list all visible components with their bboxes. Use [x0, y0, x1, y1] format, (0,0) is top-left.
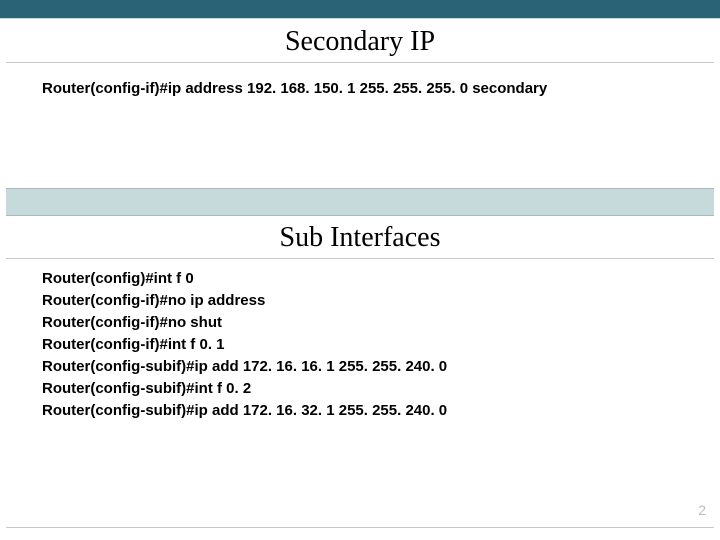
config-block-sub-interfaces: Router(config)#int f 0 Router(config-if)… [42, 268, 678, 422]
divider [6, 527, 714, 528]
slide: Secondary IP Router(config-if)#ip addres… [0, 0, 720, 540]
divider [6, 258, 714, 259]
config-line: Router(config-subif)#ip add 172. 16. 32.… [42, 400, 678, 422]
config-line: Router(config-subif)#ip add 172. 16. 16.… [42, 356, 678, 378]
config-line: Router(config-if)#no shut [42, 312, 678, 334]
config-block-secondary-ip: Router(config-if)#ip address 192. 168. 1… [42, 78, 678, 100]
separator-band [6, 188, 714, 216]
config-line: Router(config-if)#no ip address [42, 290, 678, 312]
config-line: Router(config-if)#int f 0. 1 [42, 334, 678, 356]
config-line: Router(config)#int f 0 [42, 268, 678, 290]
config-line: Router(config-if)#ip address 192. 168. 1… [42, 78, 678, 100]
section-title-secondary-ip: Secondary IP [0, 26, 720, 58]
top-accent-bar [0, 0, 720, 19]
config-line: Router(config-subif)#int f 0. 2 [42, 378, 678, 400]
section-title-sub-interfaces: Sub Interfaces [0, 222, 720, 254]
page-number: 2 [698, 502, 706, 518]
divider [6, 62, 714, 63]
